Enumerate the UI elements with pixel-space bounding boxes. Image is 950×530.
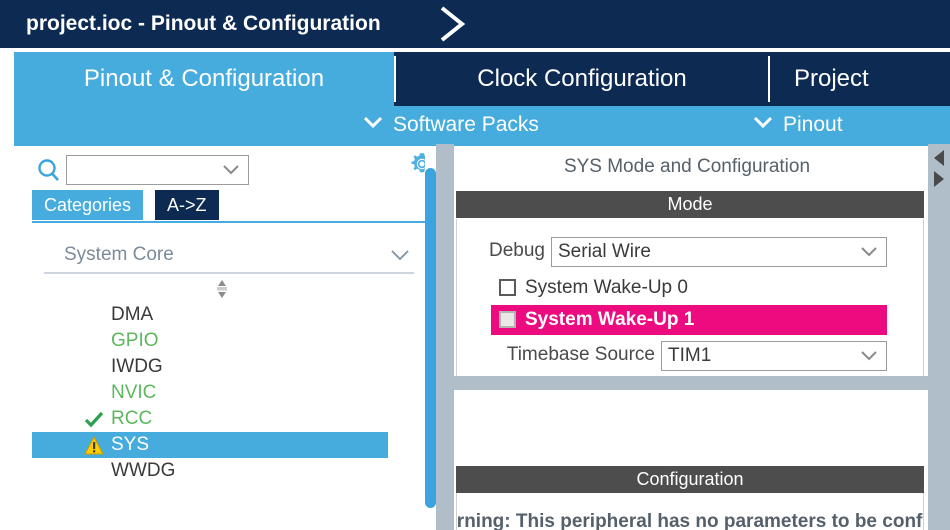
window-title: project.ioc - Pinout & Configuration bbox=[26, 12, 381, 35]
list-item-selected[interactable]: SYS bbox=[32, 432, 388, 458]
triangle-right-icon[interactable] bbox=[931, 170, 947, 188]
timebase-row: Timebase Source TIM1 bbox=[457, 339, 925, 371]
chevron-down-icon bbox=[362, 104, 384, 142]
group-title: System Core bbox=[64, 244, 174, 265]
timebase-select[interactable]: TIM1 bbox=[661, 341, 887, 371]
subbar-label: Pinout bbox=[783, 113, 843, 136]
peripheral-label: IWDG bbox=[111, 356, 163, 377]
list-item[interactable]: GPIO bbox=[32, 328, 388, 354]
debug-value: Serial Wire bbox=[558, 241, 651, 262]
peripheral-list: DMA GPIO IWDG NVIC RCC SYS WWDG bbox=[32, 302, 436, 484]
peripheral-detail-panel: SYS Mode and Configuration Mode Debug Se… bbox=[454, 144, 928, 530]
tab-strip: Pinout & Configuration Clock Configurati… bbox=[14, 52, 950, 106]
list-item[interactable]: WWDG bbox=[32, 458, 388, 484]
panel-splitter[interactable] bbox=[436, 144, 454, 530]
list-item[interactable]: DMA bbox=[32, 302, 388, 328]
configuration-section-body: Warning: This peripheral has no paramete… bbox=[456, 493, 924, 530]
sidebar-scrollbar[interactable] bbox=[425, 154, 436, 530]
checkbox-label: System Wake-Up 1 bbox=[525, 309, 695, 330]
search-row bbox=[14, 150, 436, 190]
triangle-left-icon[interactable] bbox=[931, 149, 947, 167]
detail-panel-splitter[interactable] bbox=[928, 144, 950, 530]
mode-section-body: Debug Serial Wire System Wake-Up 0 Syste… bbox=[456, 219, 924, 377]
sub-tool-bar: Software Packs Pinout bbox=[14, 106, 950, 144]
peripheral-label: SYS bbox=[111, 434, 150, 455]
tab-clock-configuration[interactable]: Clock Configuration bbox=[396, 52, 768, 106]
chevron-down-icon bbox=[752, 104, 774, 142]
section-header-configuration: Configuration bbox=[456, 466, 924, 493]
checkbox-row-system-wake-up-1[interactable]: System Wake-Up 1 bbox=[491, 305, 887, 335]
checkbox-row-system-wake-up-0[interactable]: System Wake-Up 0 bbox=[491, 273, 887, 303]
checkbox-label: System Wake-Up 0 bbox=[525, 277, 688, 298]
timebase-label: Timebase Source bbox=[506, 344, 655, 365]
subbar-item-software-packs[interactable]: Software Packs bbox=[362, 106, 539, 144]
search-combobox[interactable] bbox=[66, 155, 249, 185]
tab-categories[interactable]: Categories bbox=[32, 190, 144, 220]
page-title: SYS Mode and Configuration bbox=[563, 156, 811, 177]
checkbox-system-wake-up-0[interactable] bbox=[499, 279, 516, 296]
subbar-item-pinout[interactable]: Pinout bbox=[752, 106, 843, 144]
list-item[interactable]: NVIC bbox=[32, 380, 388, 406]
chevron-down-icon[interactable] bbox=[390, 249, 410, 262]
section-gap bbox=[454, 376, 928, 390]
configuration-warning-text: Warning: This peripheral has no paramete… bbox=[456, 511, 924, 530]
debug-row: Debug Serial Wire bbox=[457, 235, 925, 267]
peripheral-sidebar: Categories A->Z System Core DMA GPIO IWD… bbox=[14, 144, 436, 530]
tab-project[interactable]: Project bbox=[770, 52, 950, 106]
peripheral-tree: System Core DMA GPIO IWDG NVIC RCC SYS W… bbox=[32, 226, 436, 530]
window-title-bar: project.ioc - Pinout & Configuration bbox=[0, 0, 950, 48]
sidebar-scrollbar-thumb[interactable] bbox=[425, 168, 436, 508]
peripheral-label: DMA bbox=[111, 304, 154, 325]
warning-icon bbox=[84, 436, 104, 455]
search-input[interactable] bbox=[72, 156, 222, 184]
tab-bar: Pinout & Configuration Clock Configurati… bbox=[0, 48, 950, 144]
peripheral-label: GPIO bbox=[111, 330, 159, 351]
debug-select[interactable]: Serial Wire bbox=[551, 237, 887, 267]
subbar-label: Software Packs bbox=[393, 113, 539, 136]
peripheral-label: RCC bbox=[111, 408, 153, 429]
group-system-core[interactable]: System Core bbox=[44, 240, 414, 274]
peripheral-label: WWDG bbox=[111, 460, 176, 481]
tab-a-to-z[interactable]: A->Z bbox=[155, 190, 219, 220]
checkbox-system-wake-up-1[interactable] bbox=[499, 311, 516, 328]
tab-pinout-configuration[interactable]: Pinout & Configuration bbox=[14, 52, 394, 106]
debug-label: Debug bbox=[489, 240, 545, 261]
list-item[interactable]: RCC bbox=[32, 406, 388, 432]
tab-underline bbox=[32, 221, 436, 223]
check-icon bbox=[84, 411, 104, 428]
chevron-down-icon[interactable] bbox=[222, 164, 240, 176]
chevron-down-icon[interactable] bbox=[860, 350, 878, 362]
peripheral-label: NVIC bbox=[111, 382, 157, 403]
search-icon[interactable] bbox=[36, 158, 62, 184]
chevron-right-icon bbox=[440, 6, 466, 42]
timebase-value: TIM1 bbox=[668, 345, 712, 366]
chevron-down-icon[interactable] bbox=[860, 246, 878, 258]
section-header-mode: Mode bbox=[456, 191, 924, 218]
vertical-resize-handle-icon[interactable] bbox=[212, 278, 232, 300]
list-item[interactable]: IWDG bbox=[32, 354, 388, 380]
